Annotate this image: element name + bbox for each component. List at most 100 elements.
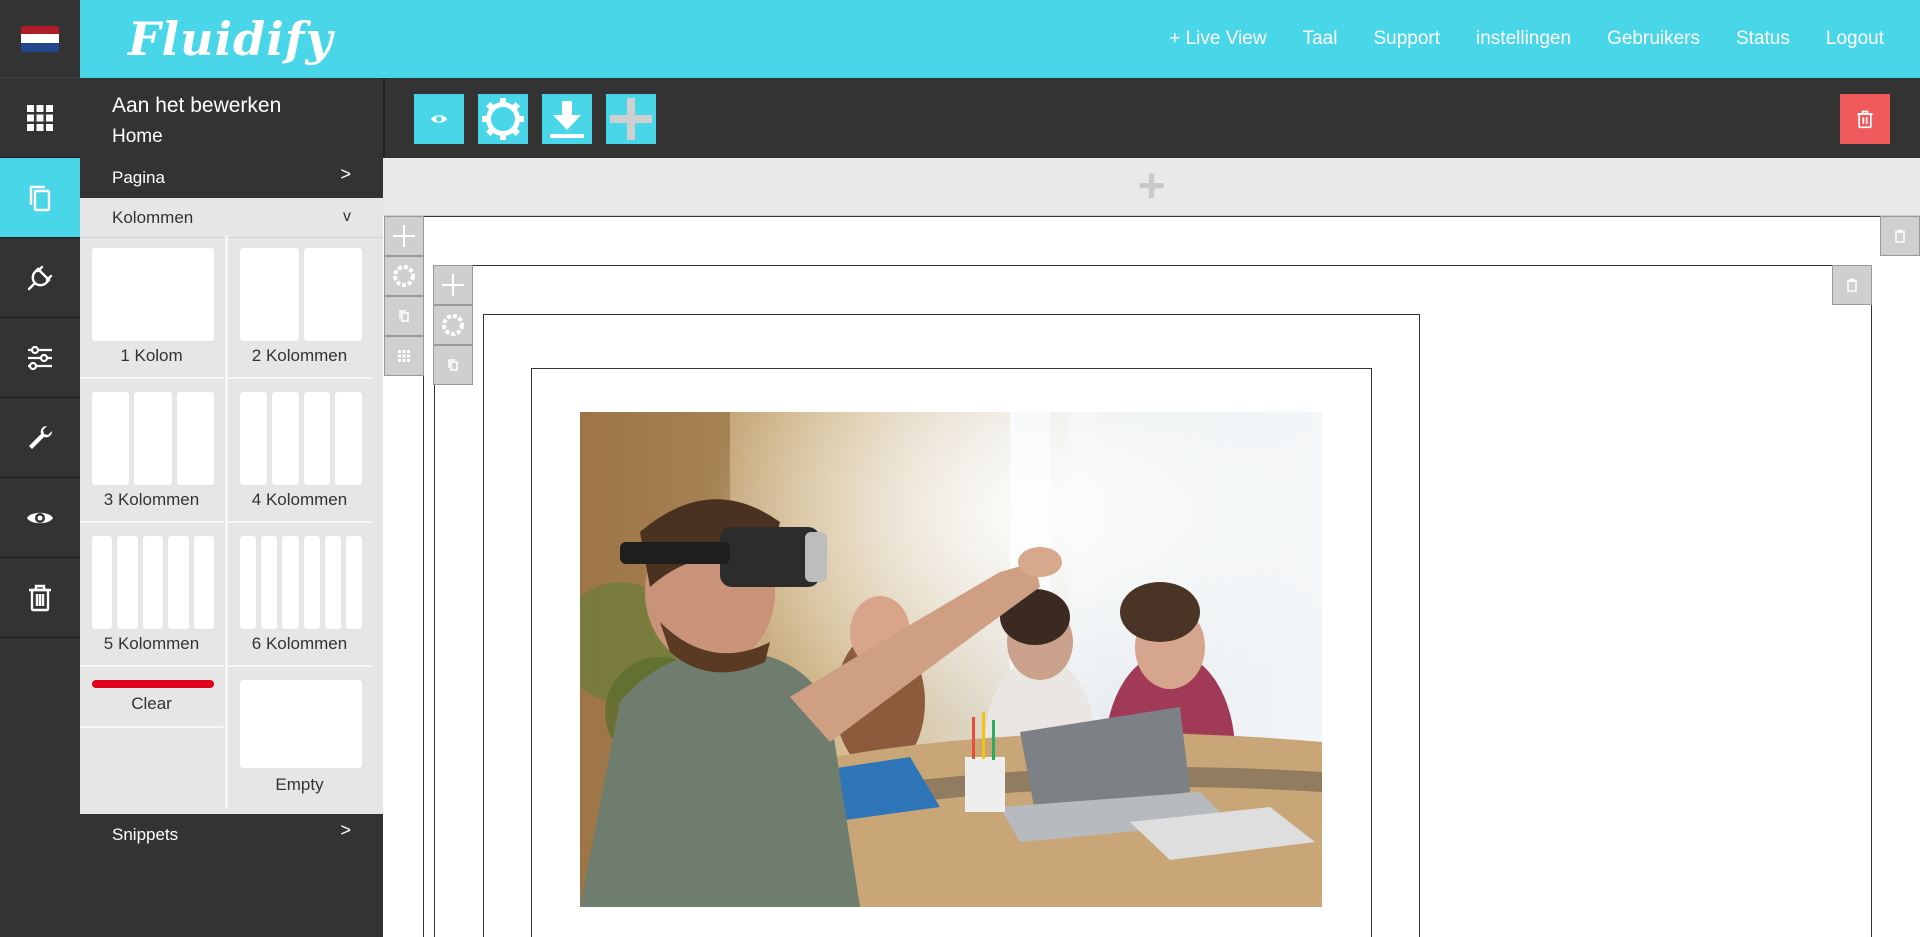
editing-page-name: Home (112, 126, 163, 147)
add-row-button[interactable]: + (383, 158, 1920, 216)
section-pagina-label: Pagina (112, 168, 165, 187)
chevron-right-icon: > (340, 164, 351, 184)
layout-4-kolommen[interactable]: 4 Kolommen (228, 380, 371, 523)
app-window: Fluidify + Live View Taal Support instel… (0, 0, 1920, 937)
add-row-plus: + (1137, 159, 1166, 213)
trash-icon (1857, 110, 1873, 129)
column-copy-handle[interactable] (433, 345, 473, 385)
layout-preview (92, 392, 214, 485)
row-move-handle[interactable] (384, 216, 424, 256)
delete-page-button[interactable] (1840, 94, 1890, 144)
trash-icon (1895, 229, 1905, 243)
layout-6-kolommen[interactable]: 6 Kolommen (228, 524, 371, 667)
nav-instellingen[interactable]: instellingen (1458, 28, 1589, 50)
nav-logout[interactable]: Logout (1808, 28, 1902, 50)
empty-label: Empty (275, 775, 324, 794)
section-kolommen-label: Kolommen (112, 207, 194, 227)
layout-3-kolommen[interactable]: 3 Kolommen (80, 380, 223, 523)
layout-label: 2 Kolommen (251, 346, 348, 365)
section-kolommen[interactable]: Kolommen v (80, 198, 383, 238)
fluidify-logo[interactable]: Fluidify (128, 10, 333, 68)
layout-preview (240, 536, 363, 629)
download-button[interactable] (542, 94, 592, 144)
nav-live-view[interactable]: + Live View (1151, 28, 1284, 50)
rail-plugins-button[interactable] (0, 238, 80, 318)
rail-pages-button[interactable] (0, 158, 80, 238)
layout-label: 1 Kolom (120, 346, 183, 365)
flag-stripe-white (21, 34, 59, 43)
settings-button[interactable] (478, 94, 528, 144)
section-snippets-label: Snippets (112, 825, 179, 844)
preview-eye-icon (431, 115, 447, 123)
chevron-down-icon: v (343, 208, 351, 225)
copy-pages-icon (29, 185, 51, 211)
editing-label: Aan het bewerken (112, 94, 282, 117)
layout-label: 5 Kolommen (103, 634, 200, 653)
row-delete-button[interactable] (1880, 216, 1920, 256)
side-panel: Aan het bewerken Home Pagina > Kolommen … (80, 78, 383, 937)
photo-illustration (580, 412, 1322, 907)
grid-icon (398, 350, 410, 362)
layout-label: 6 Kolommen (251, 634, 348, 653)
editor-canvas: + (383, 158, 1920, 937)
editor-toolbar (383, 78, 1920, 158)
download-icon (550, 101, 584, 138)
row-grid-handle[interactable] (384, 336, 424, 376)
section-pagina[interactable]: Pagina > (80, 158, 383, 198)
top-header: Fluidify + Live View Taal Support instel… (80, 0, 1920, 78)
dutch-flag-icon (21, 25, 59, 52)
nav-gebruikers[interactable]: Gebruikers (1589, 28, 1718, 50)
copy-icon (448, 359, 458, 371)
plug-icon (27, 265, 53, 290)
layout-preview (92, 536, 215, 629)
wrench-icon (29, 425, 53, 449)
layout-5-kolommen[interactable]: 5 Kolommen (80, 524, 223, 667)
icon-rail (0, 0, 80, 937)
top-navigation: + Live View Taal Support instellingen Ge… (1151, 0, 1902, 78)
section-snippets[interactable]: Snippets > (80, 814, 383, 856)
layout-2-kolommen[interactable]: 2 Kolommen (228, 236, 371, 379)
layout-preview (240, 248, 362, 341)
move-arrows-icon (442, 274, 464, 296)
nav-status[interactable]: Status (1718, 28, 1808, 50)
add-plus-icon (610, 98, 652, 140)
eye-icon (27, 512, 53, 523)
gear-icon (442, 314, 464, 336)
rail-apps-button[interactable] (0, 78, 80, 158)
rail-delete-button[interactable] (0, 558, 80, 638)
row-settings-handle[interactable] (384, 256, 424, 296)
layout-label: 3 Kolommen (103, 490, 200, 509)
rail-settings-button[interactable] (0, 318, 80, 398)
gear-icon (393, 265, 415, 287)
layout-empty[interactable]: Empty (228, 668, 371, 808)
column-settings-handle[interactable] (433, 305, 473, 345)
add-element-button[interactable] (606, 94, 656, 144)
panel-bottom-area (80, 856, 383, 937)
rail-tools-button[interactable] (0, 398, 80, 478)
grid-icon (27, 104, 53, 131)
rail-preview-button[interactable] (0, 478, 80, 558)
trash-icon (29, 584, 51, 611)
layout-1-kolom[interactable]: 1 Kolom (80, 236, 223, 379)
row-copy-handle[interactable] (384, 296, 424, 336)
language-flag-button[interactable] (0, 0, 80, 78)
flag-stripe-red (21, 25, 59, 35)
vr-photo-image[interactable] (580, 412, 1322, 907)
column-move-handle[interactable] (433, 265, 473, 305)
nav-taal[interactable]: Taal (1285, 28, 1356, 50)
layout-preview (240, 680, 362, 768)
editing-header: Aan het bewerken Home (80, 78, 383, 160)
nav-support[interactable]: Support (1355, 28, 1458, 50)
settings-gear-icon (482, 98, 524, 140)
clear-label: Clear (131, 694, 172, 713)
layout-preview (92, 248, 214, 341)
sliders-icon (28, 345, 52, 370)
column-delete-button[interactable] (1832, 265, 1872, 305)
move-arrows-icon (393, 225, 415, 247)
flag-stripe-blue (21, 42, 59, 52)
clear-bar (92, 680, 214, 688)
trash-icon (1847, 278, 1857, 292)
copy-icon (399, 310, 409, 322)
preview-button[interactable] (414, 94, 464, 144)
layout-clear[interactable]: Clear (80, 668, 223, 728)
